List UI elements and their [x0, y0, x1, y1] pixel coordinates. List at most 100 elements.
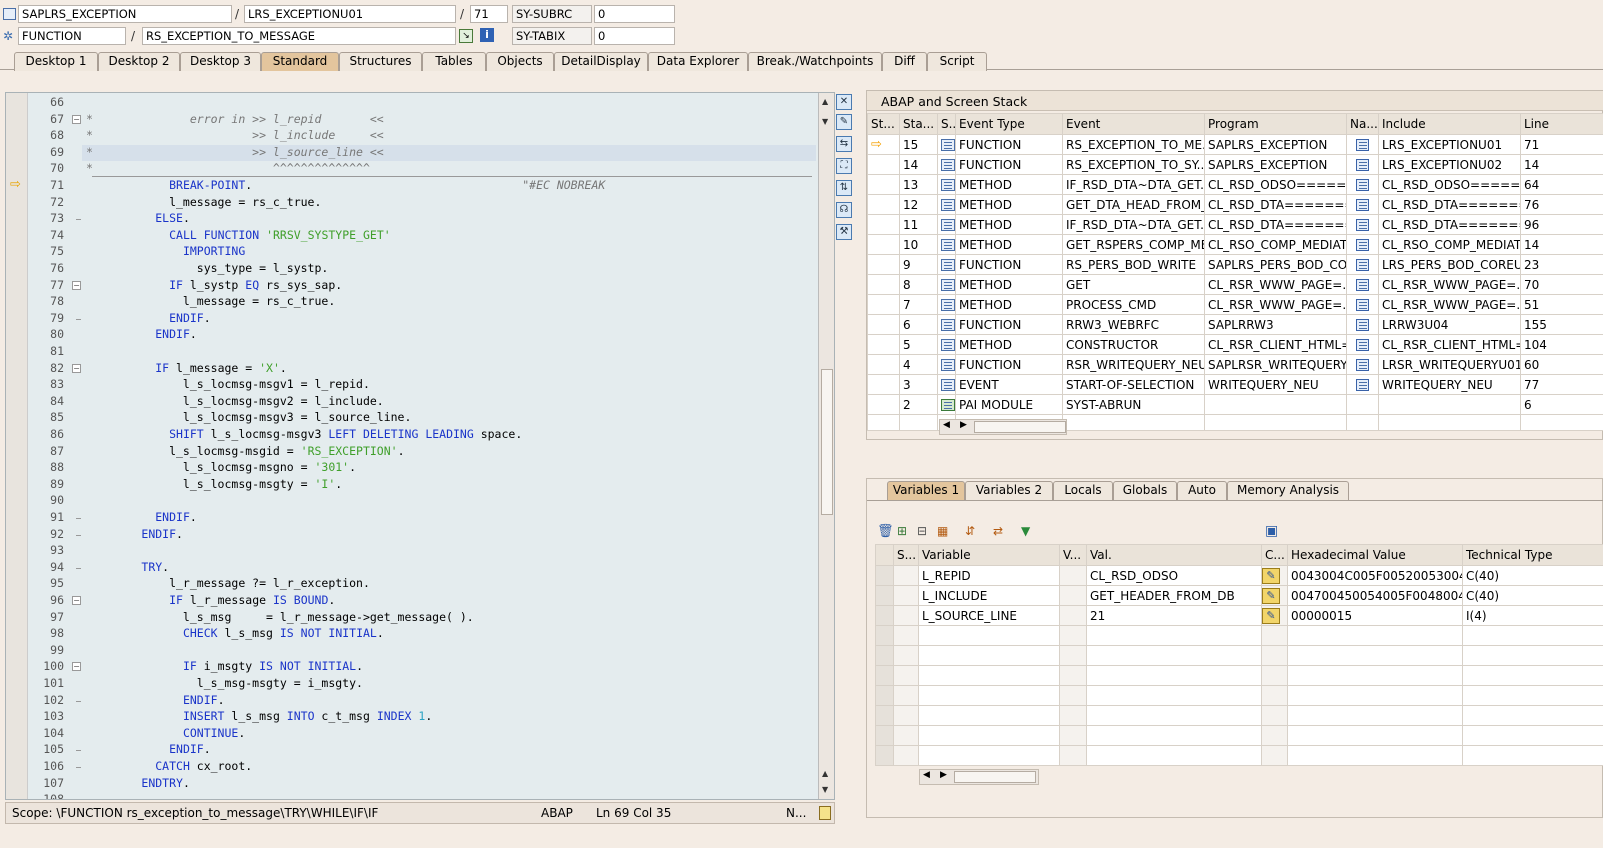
variable-cell[interactable]	[1086, 725, 1262, 746]
navigate-icon[interactable]	[1356, 239, 1369, 251]
code-line[interactable]: l_s_locmsg-msgty = 'I'.	[86, 477, 342, 491]
variable-cell[interactable]	[1086, 665, 1262, 686]
scroll-left-icon[interactable]: ◀	[923, 770, 930, 780]
maximize-icon[interactable]: ⛶	[836, 158, 852, 174]
fold-toggle-icon[interactable]: −	[72, 280, 81, 290]
code-line[interactable]: IF l_r_message IS BOUND.	[86, 593, 335, 607]
tab-locals[interactable]: Locals	[1053, 481, 1113, 500]
row-selector[interactable]	[875, 705, 894, 726]
support-icon[interactable]: ☊	[836, 202, 852, 218]
scroll-thumb[interactable]	[954, 771, 1036, 783]
code-line[interactable]: l_message = rs_c_true.	[86, 195, 321, 209]
include-field[interactable]: LRS_EXCEPTIONU01	[244, 5, 456, 23]
tab-auto[interactable]: Auto	[1177, 481, 1227, 500]
variable-empty-row[interactable]	[875, 645, 1603, 666]
variable-cell[interactable]: GET_HEADER_FROM_DB	[1086, 585, 1262, 606]
line-field[interactable]: 71	[470, 5, 508, 23]
document-icon[interactable]	[819, 806, 831, 820]
breakpoint-gutter[interactable]	[6, 93, 28, 799]
save-icon[interactable]: ▣	[1265, 523, 1278, 539]
services-icon[interactable]: ⚒	[836, 224, 852, 240]
info-icon[interactable]: i	[480, 28, 494, 42]
variable-row[interactable]: L_INCLUDE GET_HEADER_FROM_DB ✎ 004700450054…	[875, 585, 1603, 606]
navigate-icon[interactable]	[1356, 319, 1369, 331]
variable-cell[interactable]	[1086, 745, 1262, 766]
column-header[interactable]: Include	[1378, 113, 1521, 135]
navigate-icon[interactable]	[1356, 159, 1369, 171]
tab-desktop-1[interactable]: Desktop 1	[14, 52, 98, 71]
navigate-icon[interactable]	[1356, 179, 1369, 191]
transfer-icon[interactable]: ⇄	[993, 524, 1003, 538]
code-line[interactable]: CALL FUNCTION 'RRSV_SYSTYPE_GET'	[86, 228, 391, 242]
row-selector[interactable]	[875, 645, 894, 666]
column-header[interactable]: Line	[1520, 113, 1603, 135]
variable-cell[interactable]	[918, 705, 1060, 726]
column-header[interactable]: Hexadecimal Value	[1287, 544, 1463, 566]
variable-cell[interactable]	[918, 625, 1060, 646]
code-line[interactable]: l_s_msg = l_r_message->get_message( ).	[86, 610, 474, 624]
swap-tools-icon[interactable]: ⇅	[836, 180, 852, 196]
tab-script[interactable]: Script	[927, 52, 987, 71]
code-line[interactable]: ENDIF.	[86, 693, 225, 707]
tab-detaildisplay[interactable]: DetailDisplay	[554, 52, 648, 71]
stack-row[interactable]: ⇨ 15 FUNCTION RS_EXCEPTION_TO_ME... SAPLRS_E…	[867, 134, 1603, 155]
variable-empty-row[interactable]	[875, 625, 1603, 646]
stack-row[interactable]: 2 PAI MODULE SYST-ABRUN 6	[867, 394, 1603, 415]
navigate-icon[interactable]	[1356, 259, 1369, 271]
row-selector[interactable]	[875, 625, 894, 646]
variable-cell[interactable]	[1086, 645, 1262, 666]
stack-row[interactable]: 7 METHOD PROCESS_CMD CL_RSR_WWW_PAGE=... CL_…	[867, 294, 1603, 315]
column-header[interactable]: St...	[867, 113, 900, 135]
edit-pencil-icon[interactable]: ✎	[1262, 587, 1280, 604]
code-line[interactable]: * ^^^^^^^^^^^^^^	[86, 161, 370, 175]
scroll-thumb[interactable]	[974, 421, 1066, 433]
tab-breakpoints[interactable]: Break./Watchpoints	[748, 52, 882, 71]
row-selector[interactable]	[875, 565, 894, 586]
code-line[interactable]: IF i_msgty IS NOT INITIAL.	[86, 659, 363, 673]
edit-pencil-icon[interactable]: ✎	[1262, 567, 1280, 584]
code-line[interactable]: ELSE.	[86, 211, 190, 225]
tab-variables-1[interactable]: Variables 1	[887, 481, 965, 500]
code-line[interactable]: ENDIF.	[86, 311, 211, 325]
stack-row[interactable]: 9 FUNCTION RS_PERS_BOD_WRITE SAPLRS_PERS_BO…	[867, 254, 1603, 275]
column-header[interactable]: S...	[893, 544, 919, 566]
row-selector[interactable]	[875, 585, 894, 606]
navigate-icon[interactable]	[1356, 279, 1369, 291]
tab-desktop-2[interactable]: Desktop 2	[98, 52, 180, 71]
code-line[interactable]: CATCH cx_root.	[86, 759, 252, 773]
code-line[interactable]: ENDIF.	[86, 742, 211, 756]
code-line[interactable]: * >> l_include <<	[86, 128, 384, 142]
code-line[interactable]: l_s_msg-msgty = i_msgty.	[86, 676, 363, 690]
variable-cell[interactable]	[1086, 625, 1262, 646]
code-line[interactable]: CONTINUE.	[86, 726, 245, 740]
scroll-left-icon[interactable]: ◀	[943, 420, 950, 430]
column-header[interactable]: V...	[1059, 544, 1087, 566]
tab-data-explorer[interactable]: Data Explorer	[648, 52, 748, 71]
variable-cell[interactable]	[918, 685, 1060, 706]
close-pane-icon[interactable]: ✕	[836, 94, 852, 110]
column-header[interactable]: C...	[1261, 544, 1288, 566]
code-line[interactable]: sys_type = l_systp.	[86, 261, 329, 275]
code-line[interactable]: CHECK l_s_msg IS NOT INITIAL.	[86, 626, 384, 640]
variable-empty-row[interactable]	[875, 685, 1603, 706]
sy-tabix-value[interactable]: 0	[594, 27, 675, 45]
replace-tool-icon[interactable]: ⇆	[836, 136, 852, 152]
source-code-editor[interactable]: 66 67− * error in >> l_repid << 68 * >> l_in…	[5, 92, 835, 800]
variable-row[interactable]: L_REPID CL_RSD_ODSO ✎ 0043004C005F005200530…	[875, 565, 1603, 586]
table-icon[interactable]: ▦	[937, 524, 948, 538]
code-line[interactable]: l_s_locmsg-msgid = 'RS_EXCEPTION'.	[86, 444, 404, 458]
program-field[interactable]: SAPLRS_EXCEPTION	[18, 5, 232, 23]
delete-icon[interactable]: 🗑	[877, 524, 894, 539]
stack-row[interactable]: 8 METHOD GET CL_RSR_WWW_PAGE=... CL_RSR_WWW_…	[867, 274, 1603, 295]
column-header[interactable]: Val.	[1086, 544, 1262, 566]
row-selector[interactable]	[875, 665, 894, 686]
tab-standard[interactable]: Standard	[261, 52, 339, 71]
tab-structures[interactable]: Structures	[339, 52, 422, 71]
variable-cell[interactable]	[1086, 705, 1262, 726]
code-line[interactable]: INSERT l_s_msg INTO c_t_msg INDEX 1.	[86, 709, 432, 723]
variable-cell[interactable]: L_INCLUDE	[918, 585, 1060, 606]
scroll-down-icon[interactable]: ▼	[822, 785, 828, 794]
column-header[interactable]: Na...	[1346, 113, 1379, 135]
code-line[interactable]: SHIFT l_s_locmsg-msgv3 LEFT DELETING LEA…	[86, 427, 522, 441]
tab-diff[interactable]: Diff	[882, 52, 927, 71]
